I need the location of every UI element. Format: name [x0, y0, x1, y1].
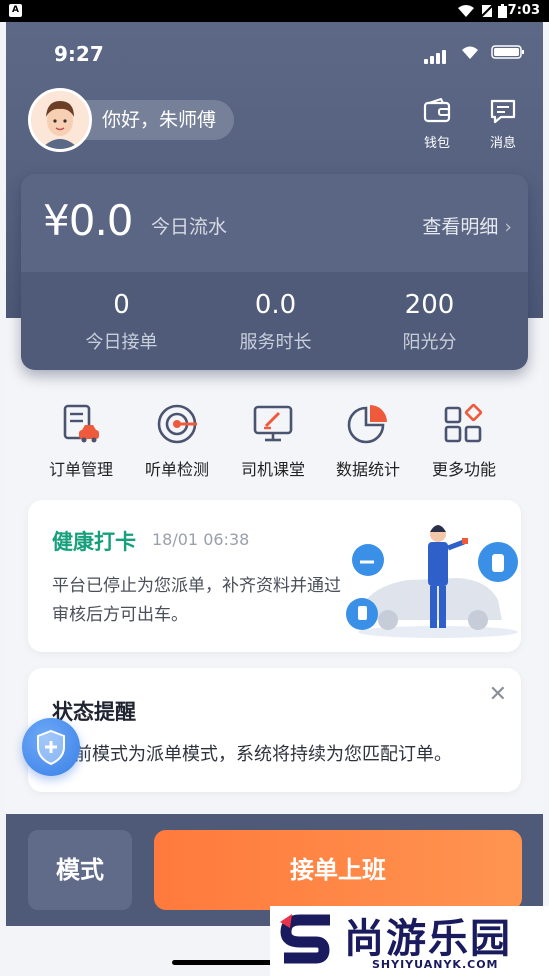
watermark-url: SHYIYUANYK.COM [372, 958, 499, 971]
android-clock: 7:03 [507, 3, 540, 18]
menu-label: 更多功能 [431, 460, 496, 479]
menu-data-statistics[interactable]: 数据统计 [320, 402, 416, 480]
watermark-logo-icon [280, 914, 330, 964]
wallet-label: 钱包 [423, 136, 450, 151]
watermark: 尚游乐园 SHYIYUANYK.COM [270, 906, 549, 976]
status-reminder-card: 状态提醒 ✕ 前模式为派单模式，系统将持续为您匹配订单。 [28, 668, 521, 792]
shield-icon [37, 729, 65, 766]
order-icon [63, 404, 99, 443]
wallet-icon [423, 98, 451, 123]
menu-label: 数据统计 [335, 460, 400, 479]
stat-service-hours: 0.0 服务时长 [191, 290, 360, 354]
ios-wifi-icon [461, 46, 478, 59]
ios-battery-icon [491, 45, 524, 59]
menu-more-functions[interactable]: 更多功能 [416, 402, 512, 480]
android-status-bar: A 7:03 [0, 0, 549, 22]
no-sim-icon [480, 4, 494, 18]
health-checkin-card[interactable]: 健康打卡 18/01 06:38 平台已停止为您派单，补齐资料并通过审核后方可出… [28, 500, 521, 652]
stat-label: 阳光分 [402, 332, 457, 353]
menu-label: 听单检测 [144, 460, 209, 479]
menu-order-management[interactable]: 订单管理 [33, 402, 129, 480]
message-icon [490, 99, 516, 124]
view-detail-label: 查看明细 [422, 216, 499, 238]
health-title: 健康打卡 [52, 530, 136, 554]
driver-avatar-icon [31, 91, 89, 149]
today-income-amount: ¥0.0 [43, 196, 134, 245]
stat-label: 服务时长 [239, 332, 312, 353]
greeting-text: 你好，朱师傅 [76, 100, 235, 140]
menu-label: 司机课堂 [240, 460, 305, 479]
messages-button[interactable]: 消息 [478, 98, 528, 151]
stat-label: 今日接单 [85, 332, 158, 353]
chevron-right-icon: › [504, 216, 512, 238]
safety-shield-button[interactable] [22, 718, 80, 776]
wallet-button[interactable]: 钱包 [412, 98, 462, 151]
view-detail-link[interactable]: 查看明细 › [422, 212, 512, 239]
health-time: 18/01 06:38 [152, 530, 250, 549]
start-work-button[interactable]: 接单上班 [154, 830, 522, 910]
watermark-text: 尚游乐园 [344, 916, 512, 962]
menu-label: 订单管理 [48, 460, 113, 479]
app-screen: 9:27 你好，朱师傅 钱包 消息 ¥0.0 今日流水 查看明细 › 0 今日接… [6, 22, 543, 926]
ios-status-icons [424, 44, 525, 64]
menu-listen-check[interactable]: 听单检测 [129, 402, 225, 480]
status-message: 前模式为派单模式，系统将持续为您匹配订单。 [74, 744, 452, 765]
ios-clock: 9:27 [54, 42, 104, 66]
pie-chart-icon [347, 405, 387, 444]
avatar[interactable] [28, 88, 92, 152]
earnings-card: ¥0.0 今日流水 查看明细 › 0 今日接单 0.0 服务时长 200 阳光分 [21, 174, 528, 370]
battery-icon [498, 4, 507, 18]
menu-driver-classroom[interactable]: 司机课堂 [225, 402, 321, 480]
health-message: 平台已停止为您派单，补齐资料并通过审核后方可出车。 [52, 576, 341, 625]
today-income-label: 今日流水 [151, 216, 228, 238]
stat-value: 0.0 [254, 290, 297, 320]
grid-icon [444, 403, 483, 443]
stat-sunshine-score: 200 阳光分 [345, 290, 514, 354]
mode-button[interactable]: 模式 [28, 830, 132, 910]
signal-icon [424, 48, 448, 64]
stat-value: 200 [404, 290, 455, 320]
app-notification-icon: A [9, 4, 22, 17]
stat-value: 0 [113, 290, 130, 320]
classroom-icon [253, 405, 293, 442]
messages-label: 消息 [489, 136, 516, 151]
stat-today-orders: 0 今日接单 [37, 290, 206, 354]
target-icon [157, 404, 197, 444]
driver-car-illustration-icon [346, 525, 518, 638]
close-icon[interactable]: ✕ [489, 682, 507, 707]
wifi-icon [458, 5, 474, 17]
